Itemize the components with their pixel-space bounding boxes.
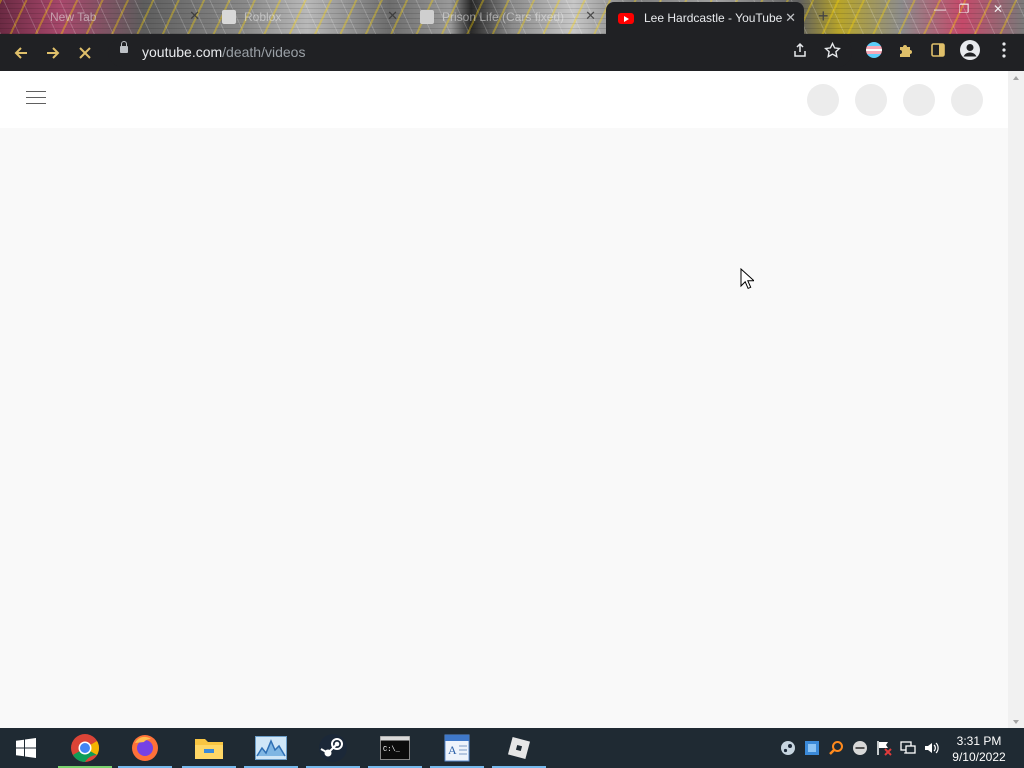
- system-clock[interactable]: 3:31 PM 9/10/2022: [944, 733, 1014, 765]
- tab-title: Lee Hardcastle - YouTube: [644, 11, 783, 25]
- network-tray-icon[interactable]: [900, 740, 916, 756]
- pride-flag-extension-icon[interactable]: [864, 40, 884, 60]
- hamburger-menu-icon[interactable]: [26, 91, 46, 107]
- wordpad-icon: A: [444, 734, 470, 762]
- skeleton-button-placeholder: [903, 84, 935, 116]
- page-scrollbar[interactable]: [1008, 71, 1024, 728]
- roblox-icon: [507, 736, 531, 760]
- side-panel-icon[interactable]: [928, 40, 948, 60]
- youtube-masthead: [0, 71, 1008, 128]
- chrome-icon: [71, 734, 99, 762]
- taskbar-command-prompt[interactable]: C:\_: [366, 728, 424, 768]
- taskbar-steam[interactable]: [304, 728, 362, 768]
- tab-new-tab[interactable]: New Tab ✕: [10, 3, 208, 31]
- windows-taskbar: C:\_ A 3:31 PM 9/10/2022: [0, 728, 1024, 768]
- lock-icon[interactable]: [120, 41, 128, 53]
- windows-logo-icon: [16, 738, 36, 758]
- taskbar-firefox[interactable]: [116, 728, 174, 768]
- new-tab-button[interactable]: +: [818, 6, 829, 27]
- close-tab-icon[interactable]: ✕: [585, 8, 596, 24]
- taskbar-file-explorer[interactable]: [180, 728, 238, 768]
- taskbar-roblox[interactable]: [490, 728, 548, 768]
- restore-window-icon[interactable]: ❐: [952, 0, 976, 18]
- volume-tray-icon[interactable]: [924, 740, 940, 756]
- flag-notification-tray-icon[interactable]: [876, 740, 892, 756]
- close-window-icon[interactable]: ✕: [986, 0, 1010, 18]
- youtube-favicon-icon: [618, 12, 634, 24]
- firefox-icon: [132, 735, 158, 761]
- file-explorer-icon: [195, 739, 223, 759]
- youtube-page: [0, 71, 1008, 728]
- tab-title: Prison Life (Cars fixed): [442, 10, 565, 24]
- scroll-down-arrow-icon[interactable]: [1013, 720, 1019, 724]
- close-tab-icon[interactable]: ✕: [387, 8, 398, 24]
- kebab-menu-icon[interactable]: [994, 40, 1014, 60]
- close-tab-icon[interactable]: ✕: [189, 8, 200, 24]
- back-button[interactable]: [8, 40, 34, 66]
- command-prompt-icon: C:\_: [380, 736, 410, 760]
- arrow-left-icon: [14, 47, 27, 59]
- tab-title: Roblox: [244, 10, 282, 24]
- skeleton-button-placeholder: [855, 84, 887, 116]
- app-tray-icon[interactable]: [804, 740, 820, 756]
- clock-date: 9/10/2022: [952, 750, 1006, 764]
- forward-button[interactable]: [40, 40, 66, 66]
- close-icon: [79, 47, 91, 59]
- tab-youtube-active[interactable]: Lee Hardcastle - YouTube ✕: [606, 2, 804, 34]
- roblox-favicon-icon: [420, 10, 434, 24]
- tab-strip: New Tab ✕ Roblox ✕ Prison Life (Cars fix…: [0, 0, 1024, 34]
- taskbar-task-manager[interactable]: [242, 728, 300, 768]
- clock-time: 3:31 PM: [956, 734, 1002, 748]
- extensions-puzzle-icon[interactable]: [896, 40, 916, 60]
- tab-roblox[interactable]: Roblox ✕: [210, 3, 406, 31]
- tab-title: New Tab: [50, 10, 97, 24]
- close-tab-icon[interactable]: ✕: [785, 10, 796, 26]
- arrow-right-icon: [47, 47, 60, 59]
- steam-tray-icon[interactable]: [780, 740, 796, 756]
- browser-toolbar: youtube.com/death/videos: [0, 34, 1024, 71]
- taskbar-chrome[interactable]: [56, 728, 114, 768]
- stop-loading-button[interactable]: [72, 40, 98, 66]
- start-button[interactable]: [0, 728, 52, 768]
- share-icon[interactable]: [792, 42, 808, 62]
- profile-avatar-icon[interactable]: [958, 38, 982, 62]
- svg-text:A: A: [448, 743, 457, 757]
- skeleton-avatar-placeholder: [951, 84, 983, 116]
- scroll-up-arrow-icon[interactable]: [1013, 76, 1019, 80]
- minimize-window-icon[interactable]: —: [928, 0, 952, 18]
- mouse-cursor-icon: [740, 268, 754, 290]
- taskbar-wordpad[interactable]: A: [428, 728, 486, 768]
- address-bar[interactable]: youtube.com/death/videos: [108, 38, 852, 67]
- search-tray-icon[interactable]: [828, 740, 844, 756]
- task-manager-icon: [255, 736, 287, 760]
- tab-prison-life[interactable]: Prison Life (Cars fixed) ✕: [408, 3, 604, 31]
- steam-icon: [319, 734, 347, 762]
- blocked-tray-icon[interactable]: [852, 740, 868, 756]
- roblox-favicon-icon: [222, 10, 236, 24]
- url-text[interactable]: youtube.com/death/videos: [142, 44, 305, 60]
- bookmark-star-icon[interactable]: [824, 41, 841, 63]
- svg-text:C:\_: C:\_: [383, 746, 401, 754]
- skeleton-button-placeholder: [807, 84, 839, 116]
